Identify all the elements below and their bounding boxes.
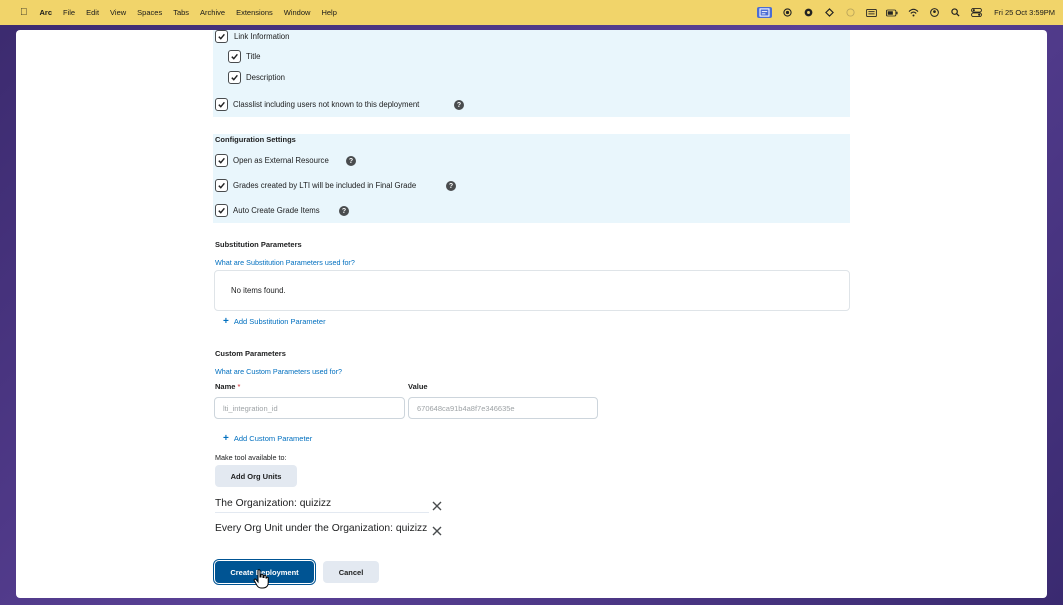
help-icon[interactable]: ?	[454, 100, 464, 110]
help-icon[interactable]: ?	[446, 181, 456, 191]
cancel-button[interactable]: Cancel	[323, 561, 379, 583]
record-icon[interactable]	[781, 7, 793, 18]
custom-name-input[interactable]: lti_integration_id	[214, 397, 405, 419]
extension-icon[interactable]	[802, 7, 814, 18]
title-checkbox[interactable]	[228, 50, 241, 63]
add-substitution-button[interactable]: + Add Substitution Parameter	[223, 316, 326, 327]
apple-icon[interactable]: 	[20, 7, 28, 18]
classlist-checkbox[interactable]	[215, 98, 228, 111]
hand-pointer-icon	[253, 569, 269, 589]
checkmark-icon	[218, 101, 225, 108]
menu-tabs[interactable]: Tabs	[173, 8, 189, 17]
description-checkbox[interactable]	[228, 71, 241, 84]
title-label: Title	[246, 52, 261, 61]
add-custom-label: Add Custom Parameter	[233, 434, 313, 443]
empty-state-text: No items found.	[231, 286, 286, 295]
substitution-heading: Substitution Parameters	[215, 240, 302, 249]
substitution-empty-box: No items found.	[214, 270, 850, 311]
menu-view[interactable]: View	[110, 8, 126, 17]
final-grade-checkbox[interactable]	[215, 179, 228, 192]
checkmark-icon	[231, 53, 238, 60]
link-info-label: Link Information	[234, 32, 290, 41]
menu-window[interactable]: Window	[284, 8, 311, 17]
description-label: Description	[246, 73, 285, 82]
browser-window: Link Information Title Description Class…	[16, 30, 1047, 598]
menu-help[interactable]: Help	[321, 8, 336, 17]
value-column-label: Value	[408, 382, 428, 391]
help-icon[interactable]: ?	[339, 206, 349, 216]
custom-heading: Custom Parameters	[215, 349, 286, 358]
checkmark-icon	[218, 207, 225, 214]
search-icon[interactable]	[949, 7, 961, 18]
divider	[215, 512, 429, 513]
remove-org-unit-close-icon[interactable]	[431, 524, 443, 536]
add-substitution-label: Add Substitution Parameter	[233, 317, 326, 326]
keyboard-icon[interactable]	[865, 7, 877, 18]
checkmark-icon	[231, 74, 238, 81]
auto-grade-label: Auto Create Grade Items	[233, 206, 320, 215]
config-heading-overlay: Configuration Settings	[215, 135, 296, 144]
add-org-units-button[interactable]: Add Org Units	[215, 465, 297, 487]
plus-icon: +	[223, 433, 229, 444]
checkmark-icon	[218, 182, 225, 189]
drive-icon[interactable]	[823, 7, 835, 18]
make-available-label: Make tool available to:	[215, 453, 287, 462]
substitution-help-link[interactable]: What are Substitution Parameters used fo…	[215, 258, 355, 267]
link-info-checkbox[interactable]	[215, 30, 228, 43]
external-resource-checkbox[interactable]	[215, 154, 228, 167]
help-icon[interactable]: ?	[346, 156, 356, 166]
auto-grade-checkbox[interactable]	[215, 204, 228, 217]
menu-archive[interactable]: Archive	[200, 8, 225, 17]
custom-help-link[interactable]: What are Custom Parameters used for?	[215, 367, 342, 376]
org-entry-organization: The Organization: quizizz	[215, 498, 332, 509]
menubar-clock[interactable]: Fri 25 Oct 3:59PM	[994, 8, 1055, 17]
final-grade-label: Grades created by LTI will be included i…	[233, 181, 417, 190]
menu-edit[interactable]: Edit	[86, 8, 99, 17]
checkmark-icon	[218, 33, 225, 40]
faded-app-icon[interactable]	[844, 7, 856, 18]
external-resource-label: Open as External Resource	[233, 156, 329, 165]
custom-value-input[interactable]: 670648ca91b4a8f7e346635e	[408, 397, 598, 419]
user-account-icon[interactable]	[928, 7, 940, 18]
control-center-icon[interactable]	[970, 7, 982, 18]
wifi-icon[interactable]	[907, 7, 919, 18]
menu-spaces[interactable]: Spaces	[137, 8, 162, 17]
checkmark-icon	[218, 157, 225, 164]
add-custom-parameter-button[interactable]: + Add Custom Parameter	[223, 433, 312, 444]
remove-org-close-icon[interactable]	[431, 499, 443, 511]
name-column-label: Name *	[215, 382, 241, 391]
classlist-label: Classlist including users not known to t…	[233, 100, 420, 109]
menu-extensions[interactable]: Extensions	[236, 8, 273, 17]
menu-bar:  Arc File Edit View Spaces Tabs Archive…	[0, 0, 1063, 25]
plus-icon: +	[223, 316, 229, 327]
battery-icon[interactable]	[886, 7, 898, 18]
menu-app-name[interactable]: Arc	[40, 8, 53, 17]
org-entry-every-unit: Every Org Unit under the Organization: q…	[215, 523, 428, 534]
screen-capture-icon[interactable]	[757, 7, 773, 18]
menu-file[interactable]: File	[63, 8, 75, 17]
